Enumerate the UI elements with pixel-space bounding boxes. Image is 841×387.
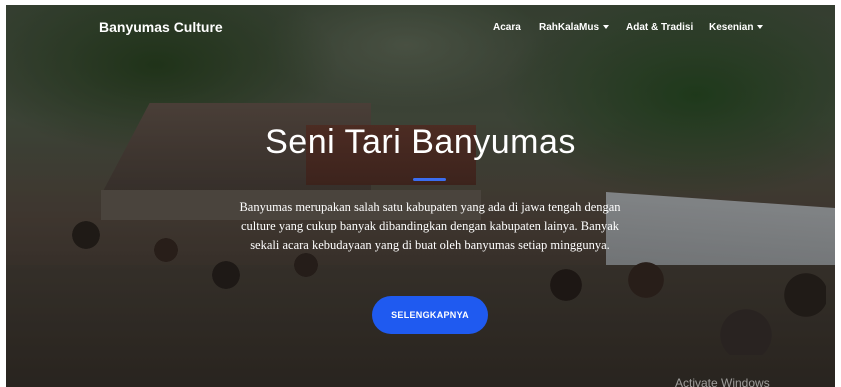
- nav-item-kesenian[interactable]: Kesenian: [709, 22, 764, 33]
- chevron-down-icon: [603, 25, 610, 30]
- nav-item-label: Acara: [493, 22, 521, 33]
- nav-item-adat-tradisi[interactable]: Adat & Tradisi: [626, 22, 693, 33]
- nav-item-label: Adat & Tradisi: [626, 22, 694, 33]
- nav-item-rahkalamus[interactable]: RahKalaMus: [539, 22, 610, 33]
- nav-item-label: RahKalaMus: [539, 22, 600, 33]
- selengkapnya-button[interactable]: SELENGKAPNYA: [372, 296, 488, 334]
- navbar-brand[interactable]: Banyumas Culture: [99, 19, 223, 35]
- chevron-down-icon: [757, 25, 764, 30]
- title-divider: [413, 178, 446, 181]
- navbar: Banyumas Culture Acara RahKalaMus Adat &…: [6, 5, 835, 50]
- hero-description: Banyumas merupakan salah satu kabupaten …: [239, 200, 621, 252]
- nav-item-label: Kesenian: [709, 22, 754, 33]
- hero-section: Banyumas Culture Acara RahKalaMus Adat &…: [6, 5, 835, 387]
- hero-title: Seni Tari Banyumas: [265, 123, 576, 161]
- nav-item-acara[interactable]: Acara: [493, 22, 521, 33]
- activate-windows-watermark: Activate Windows: [675, 376, 770, 387]
